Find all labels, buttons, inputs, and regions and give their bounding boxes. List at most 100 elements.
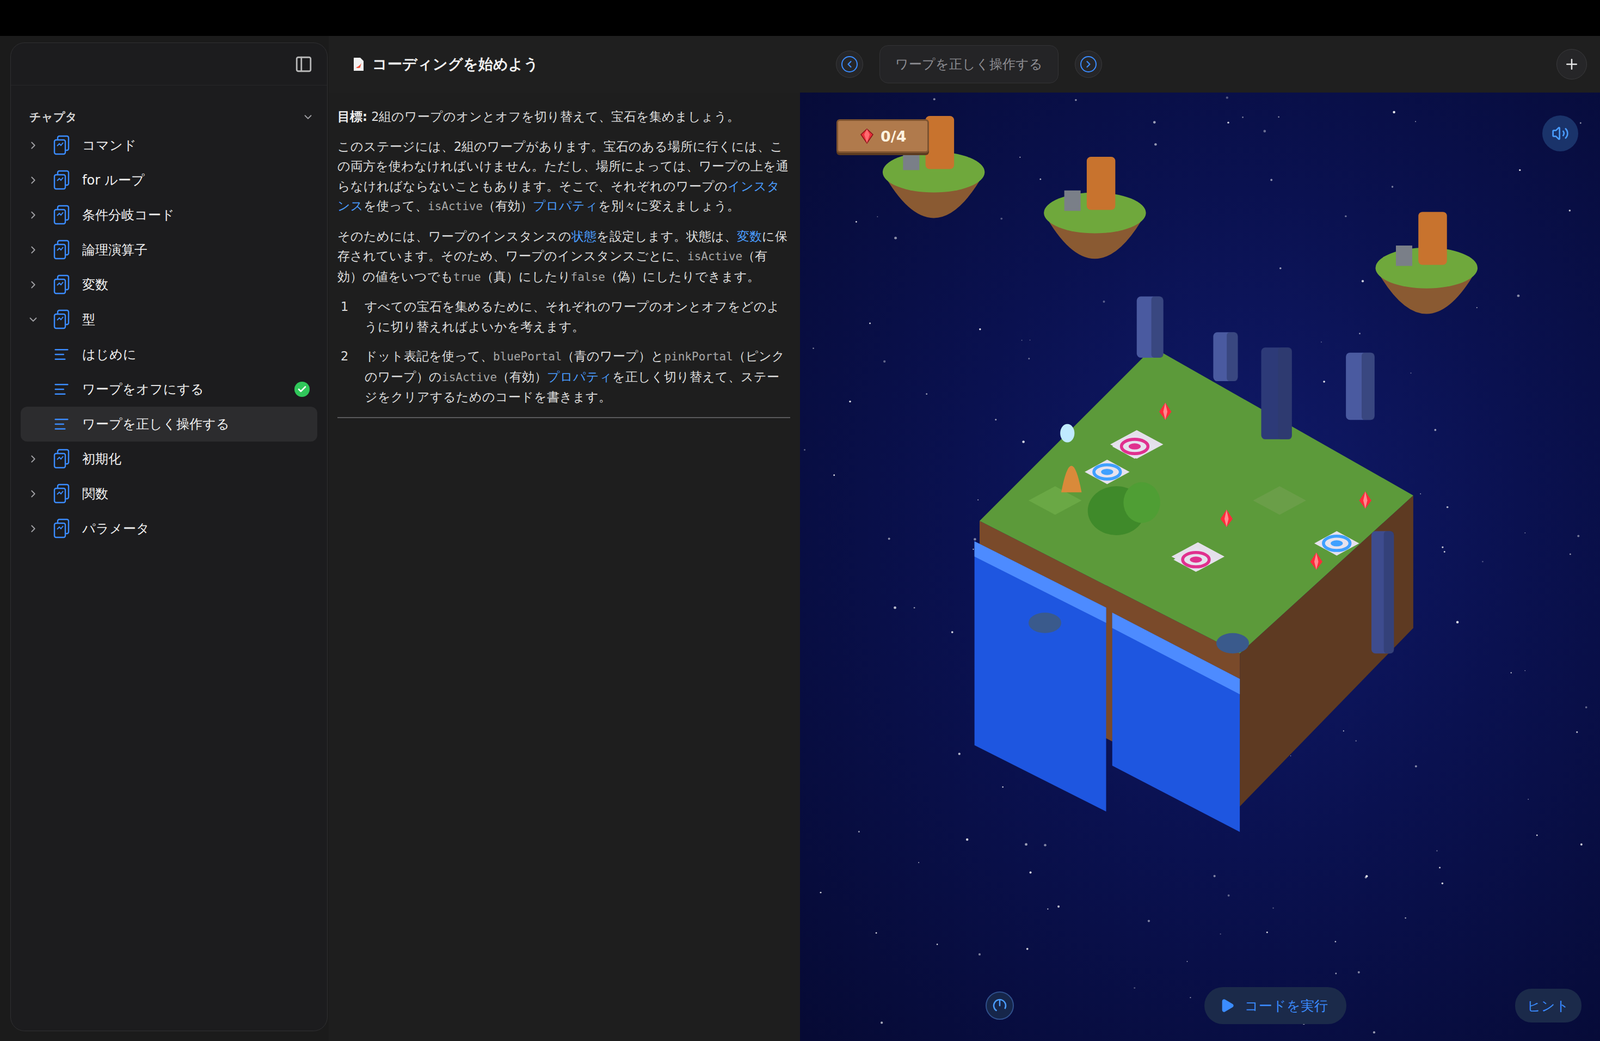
chapter-row[interactable]: for ループ: [20, 162, 318, 198]
next-page-button[interactable]: [1074, 50, 1103, 78]
star: [1476, 306, 1478, 309]
previous-page-button[interactable]: [835, 50, 864, 78]
star: [1000, 217, 1003, 220]
icon-slot: [51, 415, 72, 433]
floating-island: [1375, 211, 1479, 314]
chapter-row[interactable]: 関数: [20, 476, 318, 512]
chapter-row[interactable]: 型: [20, 302, 318, 337]
ring: [1080, 56, 1097, 73]
star: [894, 236, 897, 240]
star: [1579, 122, 1582, 125]
gem: [1220, 509, 1234, 527]
chevron-right-icon: [1082, 58, 1094, 70]
page-label: ワープを正しく操作する: [82, 415, 310, 433]
star: [1074, 99, 1078, 102]
sidebar: チャプタコマンドfor ループ条件分岐コード論理演算子変数型はじめにワープをオフ…: [10, 42, 328, 1031]
star: [888, 537, 891, 540]
top-bar: [0, 0, 1600, 36]
run-code-button[interactable]: コードを実行: [1204, 986, 1347, 1024]
star: [1365, 874, 1368, 877]
star: [951, 630, 954, 633]
star: [1334, 940, 1337, 943]
star: [1021, 339, 1023, 341]
sidebar-toggle-button[interactable]: [291, 51, 317, 77]
add-button[interactable]: [1556, 48, 1587, 80]
page-row[interactable]: ワープをオフにする: [20, 371, 318, 407]
star: [925, 392, 928, 395]
chevron-down-icon: [302, 111, 315, 123]
chapter-row[interactable]: 条件分岐コード: [20, 197, 318, 233]
glossary-link[interactable]: 状態: [571, 229, 597, 244]
document-title: コーディングを始めよう: [372, 54, 539, 75]
star: [875, 931, 878, 934]
star: [1344, 214, 1347, 217]
chapter-row[interactable]: 論理演算子: [20, 232, 318, 268]
text: （有効）: [496, 369, 547, 384]
glossary-link[interactable]: 変数: [736, 229, 762, 244]
completed-badge: [294, 381, 310, 397]
glossary-link[interactable]: プロパティ: [546, 369, 613, 384]
chapter-page-icon: [52, 518, 71, 539]
star: [1279, 267, 1282, 270]
star: [1039, 178, 1042, 181]
chapter-row[interactable]: 初期化: [20, 441, 318, 477]
chapter-label: パラメータ: [82, 519, 310, 538]
star: [1103, 300, 1106, 303]
chapter-row[interactable]: 変数: [20, 267, 318, 303]
text: そのためには、ワープのインスタンスの: [337, 229, 572, 244]
sound-button[interactable]: [1542, 115, 1579, 152]
star: [933, 97, 936, 101]
star: [977, 499, 979, 501]
chapter-row[interactable]: パラメータ: [20, 511, 318, 546]
star: [1358, 332, 1361, 335]
section-header[interactable]: チャプタ: [10, 106, 328, 128]
star: [820, 891, 822, 894]
chapter-row[interactable]: コマンド: [20, 127, 318, 163]
swift-file-icon: [352, 56, 365, 72]
chevron-right-icon: [27, 139, 40, 152]
star: [1391, 185, 1394, 188]
chapter-label: 初期化: [82, 450, 310, 468]
text: このステージには、2組のワープがあります。宝石のある場所に行くには、この両方を使…: [337, 139, 789, 194]
paragraph: 目標: 2組のワープのオンとオフを切り替えて、宝石を集めましょう。: [337, 106, 791, 127]
star: [1043, 843, 1047, 847]
chevron-right-icon: [27, 522, 40, 535]
star: [979, 328, 981, 330]
star: [1343, 730, 1345, 732]
star: [1147, 919, 1150, 922]
star: [1355, 740, 1357, 742]
star: [1576, 730, 1578, 733]
page-row[interactable]: はじめに: [20, 336, 318, 372]
portal: [1112, 433, 1158, 459]
page-label: はじめに: [82, 345, 310, 363]
star: [803, 448, 806, 451]
star: [1404, 917, 1407, 919]
glossary-link[interactable]: プロパティ: [532, 198, 599, 213]
star: [1524, 669, 1526, 672]
rock-pillar: [1371, 530, 1394, 654]
star: [1227, 121, 1229, 123]
page-title-pill[interactable]: ワープを正しく操作する: [879, 45, 1059, 84]
star: [1568, 209, 1572, 212]
chapter-page-icon: [52, 134, 71, 156]
rock-pillar: [1213, 331, 1238, 381]
portal-tile: [1084, 459, 1130, 484]
speed-button[interactable]: [985, 991, 1014, 1020]
text: を別々に変えましょう。: [598, 198, 740, 213]
inline-code: true: [453, 270, 482, 284]
star: [855, 220, 858, 223]
hint-button[interactable]: ヒント: [1515, 988, 1582, 1023]
star: [1361, 279, 1364, 282]
star: [1524, 532, 1526, 534]
sidebar-header: [10, 42, 328, 86]
star: [972, 548, 974, 550]
star: [973, 537, 977, 541]
page-row[interactable]: ワープを正しく操作する: [20, 406, 318, 442]
star: [1189, 996, 1191, 998]
star: [978, 952, 981, 956]
paragraph: そのためには、ワープのインスタンスの状態を設定します。状態は、変数に保存されてい…: [337, 226, 791, 288]
game-scene: 0/4コードを実行ヒント: [800, 92, 1600, 1041]
puzzle-world[interactable]: [800, 92, 1600, 1041]
inline-code: bluePortal: [493, 349, 562, 363]
speaker-icon: [1551, 124, 1569, 143]
